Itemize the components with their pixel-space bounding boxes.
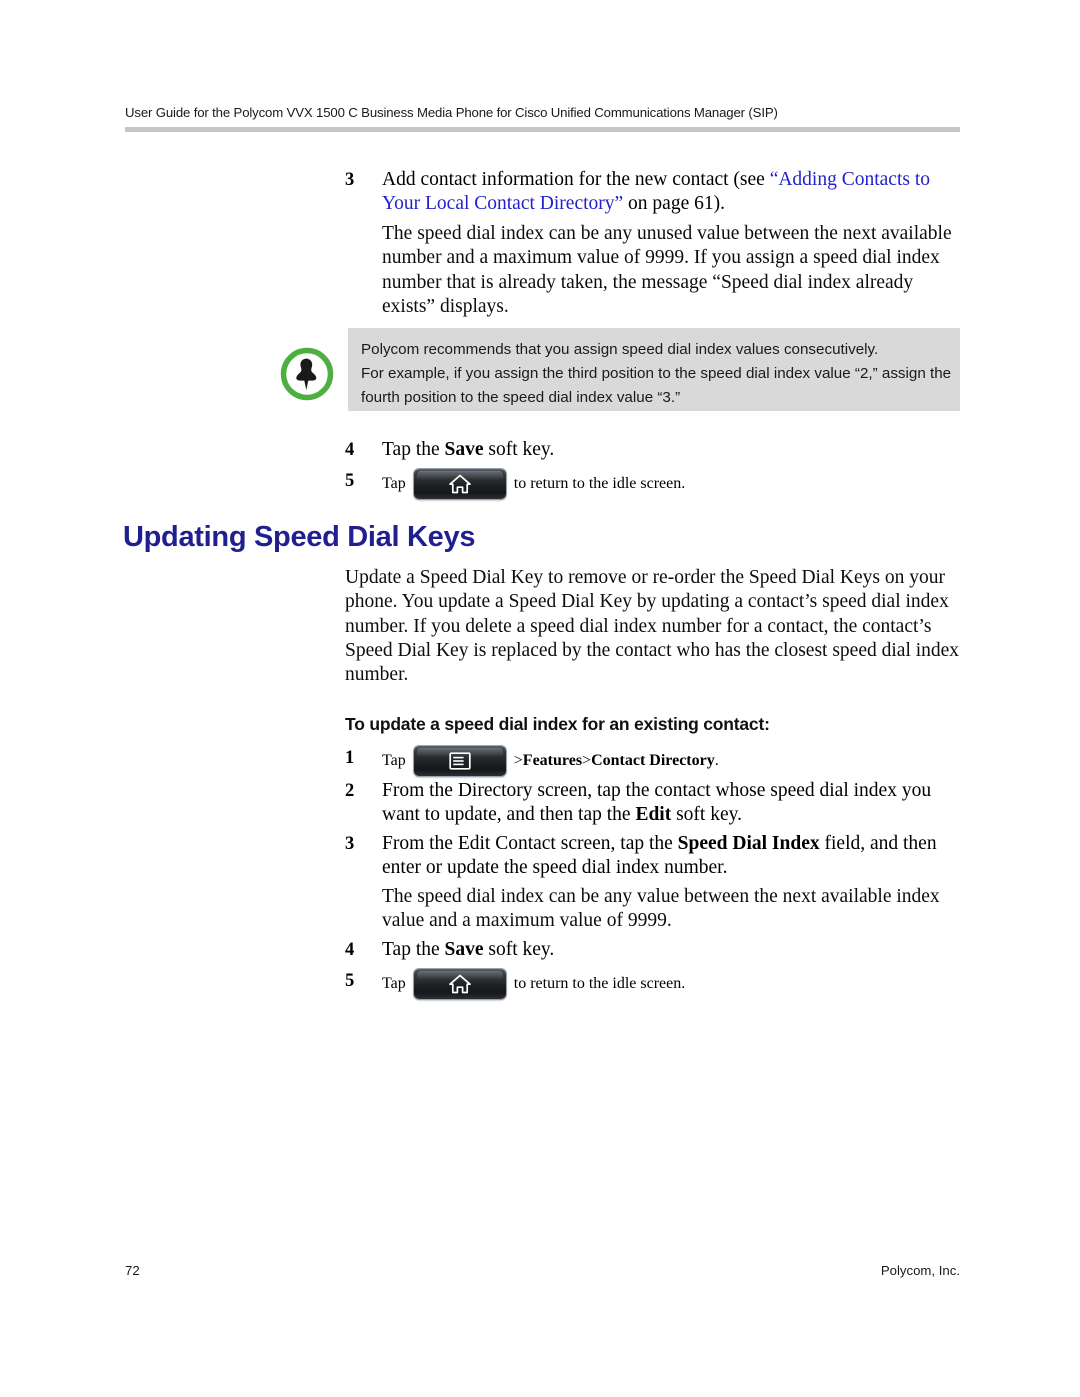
procedure-subheading: To update a speed dial index for an exis… [345,714,770,734]
procedure-steps-4-5: 4 Tap the Save soft key. 5 Tap to return… [345,938,960,1000]
soft-key-name: Save [444,439,484,460]
note-box-background: Polycom recommends that you assign speed… [348,328,960,411]
procedure-step-2: 2 From the Directory screen, tap the con… [345,779,960,828]
step-text-before-link: Add contact information for the new cont… [382,169,770,190]
running-header: User Guide for the Polycom VVX 1500 C Bu… [125,105,960,132]
section-intro-paragraph: Update a Speed Dial Key to remove or re-… [345,567,960,686]
procedure-step-3: 3 From the Edit Contact screen, tap the … [345,832,960,881]
step-text-sep-2: > [582,751,592,769]
step-number: 4 [345,940,355,960]
soft-key-name: Save [444,939,484,960]
note-line-1: Polycom recommends that you assign speed… [361,341,879,358]
list-item: 3 From the Edit Contact screen, tap the … [345,832,960,881]
note-line-2: For example, if you assign the third pos… [361,365,952,406]
step-text-post: soft key. [671,804,742,826]
step-number: 3 [345,834,355,854]
footer-page-number: 72 [125,1263,140,1278]
step-text-post: soft key. [483,939,555,960]
step-text-sep-1: > [513,751,523,769]
step-text: Tap the Save soft key. [382,939,554,960]
step-text: Tap to return to the idle screen. [382,469,960,500]
speed-dial-index-note-paragraph: The speed dial index can be any unused v… [382,223,952,317]
footer-company: Polycom, Inc. [880,1263,960,1278]
step-text-post: to return to the idle screen. [513,975,686,993]
pushpin-icon [278,345,336,403]
procedure-step-1: 1 Tap > Features > Contact Directory. [345,746,960,776]
step-text-pre: Tap [382,751,406,769]
step-text: Tap to return to the idle screen. [382,969,960,1000]
list-item: 3 Add contact information for the new co… [345,168,960,217]
step-text: Tap > Features > Contact Directory. [382,746,960,776]
running-header-title: User Guide for the Polycom VVX 1500 C Bu… [125,105,778,120]
page-footer: 72 Polycom, Inc. [125,1263,960,1278]
list-item: 1 Tap > Features > Contact Directory. [345,746,960,776]
list-item: 4 Tap the Save soft key. [345,438,960,462]
field-name: Speed Dial Index [677,833,820,854]
step-number: 4 [345,440,355,460]
procedure-subheading-wrap: To update a speed dial index for an exis… [345,714,960,735]
step-number: 1 [345,748,355,768]
step-text-pre: Tap [382,975,406,993]
step-text: Add contact information for the new cont… [382,169,930,214]
step-text-pre: From the Edit Contact screen, tap the [382,833,678,854]
soft-key-name: Edit [635,804,672,826]
header-rule [125,127,960,132]
step-text-pre: Tap the [382,939,445,960]
step-number: 3 [345,170,355,190]
step-number: 5 [345,471,355,492]
document-page: User Guide for the Polycom VVX 1500 C Bu… [0,0,1080,1397]
step-3-top: 3 Add contact information for the new co… [345,168,960,217]
step-text-pre: Tap the [382,439,445,460]
step-text: From the Edit Contact screen, tap the Sp… [382,833,937,878]
menu-path-features: Features [522,751,583,769]
page-title: Updating Speed Dial Keys [123,521,476,553]
step-text: From the Directory screen, tap the conta… [382,780,931,825]
note-callout: Polycom recommends that you assign speed… [278,328,960,411]
step-text-post: soft key. [483,439,555,460]
step-number: 5 [345,971,355,992]
step-text-period: . [714,751,719,769]
list-item: 5 Tap to return to the idle screen. [345,469,960,500]
procedure-step-3-note: The speed dial index can be any value be… [382,886,940,932]
step-text-after-link: on page 61). [623,193,725,215]
note-box-text: Polycom recommends that you assign speed… [348,328,960,410]
list-item: 5 Tap to return to the idle screen. [345,969,960,1000]
menu-path-contact-directory: Contact Directory [591,751,715,769]
menu-key-icon[interactable] [413,746,506,776]
home-key-icon[interactable] [413,969,506,1000]
list-item: 2 From the Directory screen, tap the con… [345,779,960,828]
step-text: Tap the Save soft key. [382,439,554,460]
home-key-icon[interactable] [413,469,506,500]
step-number: 2 [345,781,355,801]
list-item: 4 Tap the Save soft key. [345,938,960,962]
step-text-pre: Tap [382,475,406,493]
steps-4-5-top: 4 Tap the Save soft key. 5 Tap to return… [345,438,960,500]
step-text-post: to return to the idle screen. [513,475,686,493]
